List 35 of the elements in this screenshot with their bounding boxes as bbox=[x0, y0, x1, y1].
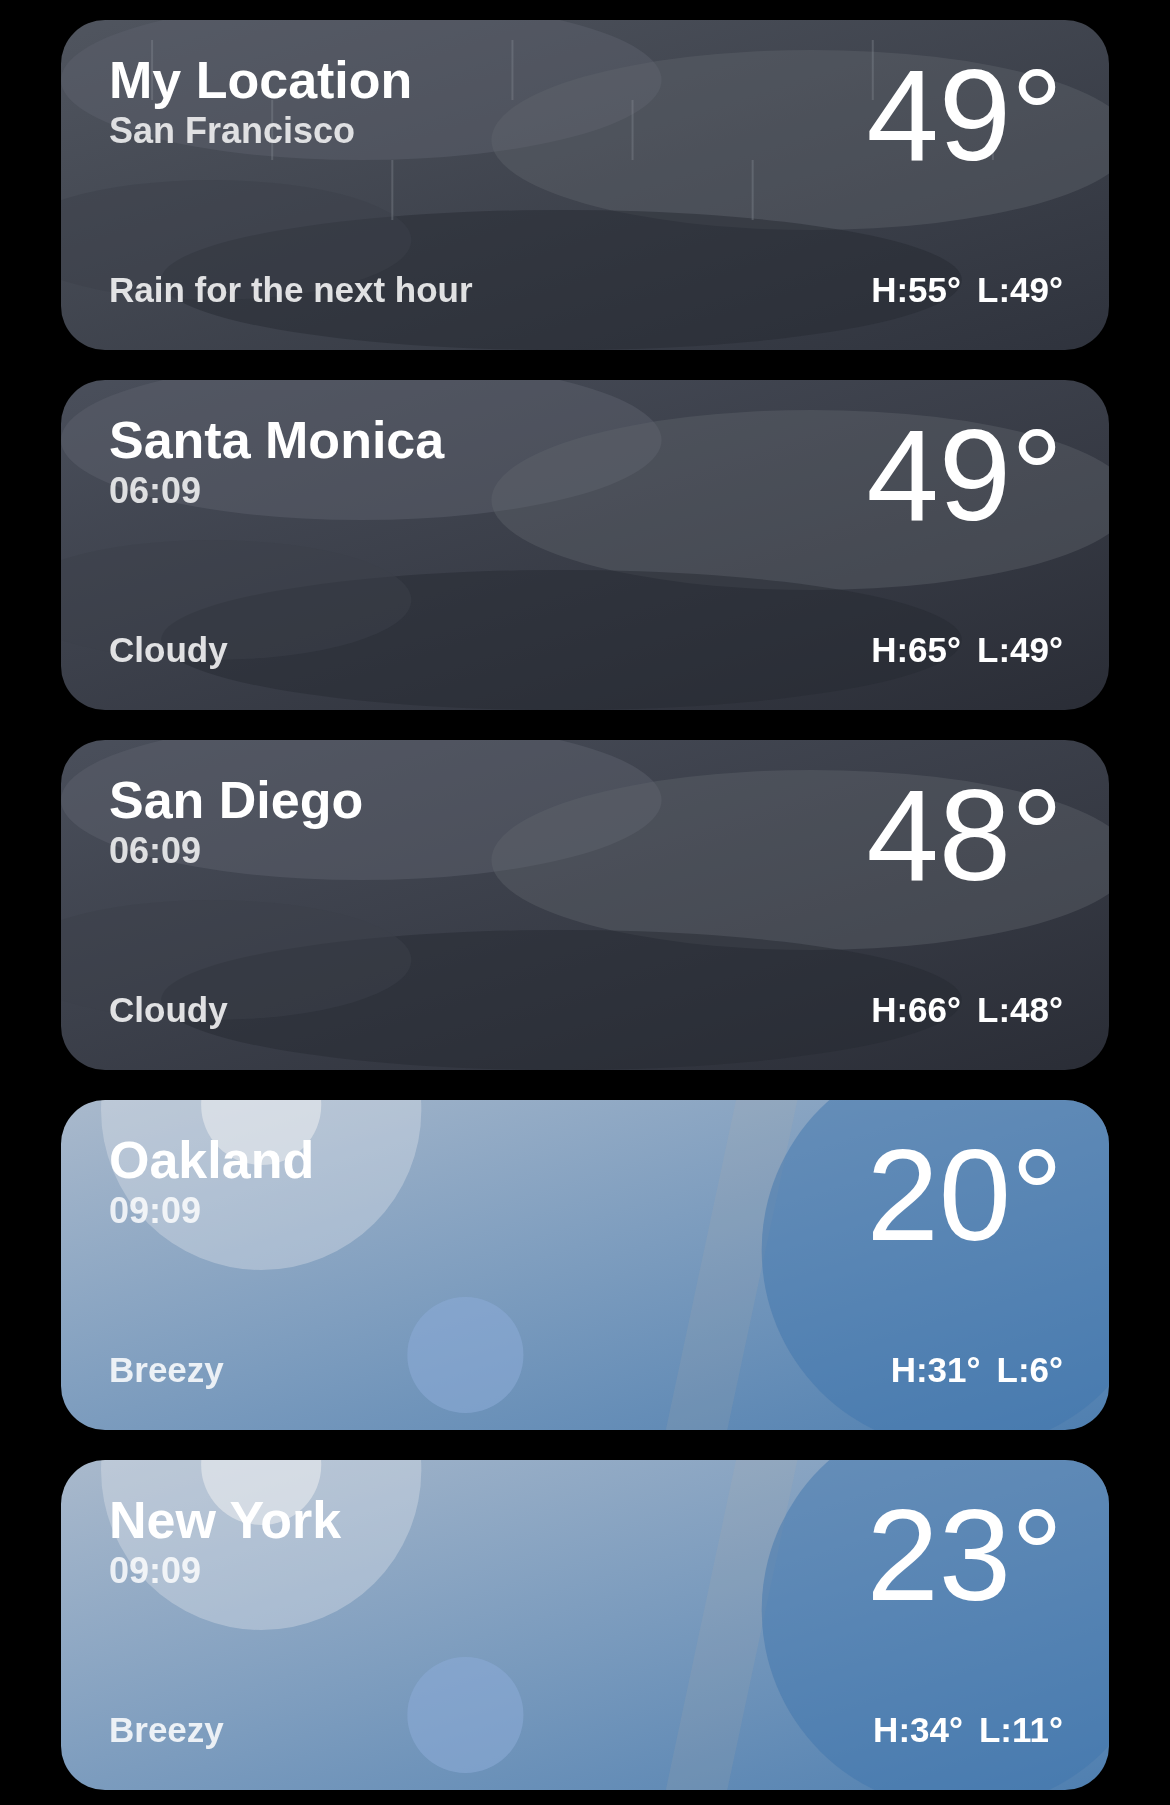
high-temperature: H:66° bbox=[871, 988, 962, 1031]
location-name: Oakland bbox=[109, 1132, 315, 1190]
location-subtitle: 09:09 bbox=[109, 1189, 203, 1233]
location-name: New York bbox=[109, 1492, 342, 1550]
high-temperature: H:34° bbox=[873, 1708, 963, 1751]
high-temperature: H:31° bbox=[890, 1348, 981, 1391]
low-temperature: L:48° bbox=[977, 988, 1063, 1031]
condition-text: Breezy bbox=[109, 1348, 224, 1391]
low-temperature: L:6° bbox=[996, 1348, 1063, 1391]
high-temperature: H:55° bbox=[871, 268, 962, 311]
low-temperature: L:11° bbox=[978, 1708, 1063, 1751]
temperature: 23° bbox=[866, 1490, 1063, 1620]
location-subtitle: San Francisco bbox=[109, 109, 357, 153]
weather-card[interactable]: Santa Monica 06:09 49° Cloudy H:65° L:49° bbox=[61, 380, 1109, 710]
weather-card[interactable]: New York 09:09 23° Breezy H:34° L:11° bbox=[61, 1460, 1109, 1790]
temperature: 20° bbox=[866, 1130, 1063, 1260]
weather-card[interactable]: My Location San Francisco 49° Rain for the next hour H:55° L:49° bbox=[61, 20, 1109, 350]
condition-text: Cloudy bbox=[109, 988, 228, 1031]
condition-text: Rain for the next hour bbox=[109, 268, 473, 311]
weather-card[interactable]: Oakland 09:09 20° Breezy H:31° L:6° bbox=[61, 1100, 1109, 1430]
temperature: 49° bbox=[866, 410, 1063, 540]
condition-text: Cloudy bbox=[109, 628, 228, 671]
location-name: San Diego bbox=[109, 772, 364, 830]
low-temperature: L:49° bbox=[977, 268, 1063, 311]
low-temperature: L:49° bbox=[977, 628, 1063, 671]
temperature: 48° bbox=[866, 770, 1063, 900]
location-subtitle: 09:09 bbox=[109, 1549, 203, 1593]
location-subtitle: 06:09 bbox=[109, 829, 203, 873]
weather-card[interactable]: San Diego 06:09 48° Cloudy H:66° L:48° bbox=[61, 740, 1109, 1070]
temperature: 49° bbox=[866, 50, 1063, 180]
high-temperature: H:65° bbox=[871, 628, 962, 671]
location-name: Santa Monica bbox=[109, 412, 445, 470]
location-name: My Location bbox=[109, 52, 413, 110]
condition-text: Breezy bbox=[109, 1708, 224, 1751]
location-subtitle: 06:09 bbox=[109, 469, 203, 513]
